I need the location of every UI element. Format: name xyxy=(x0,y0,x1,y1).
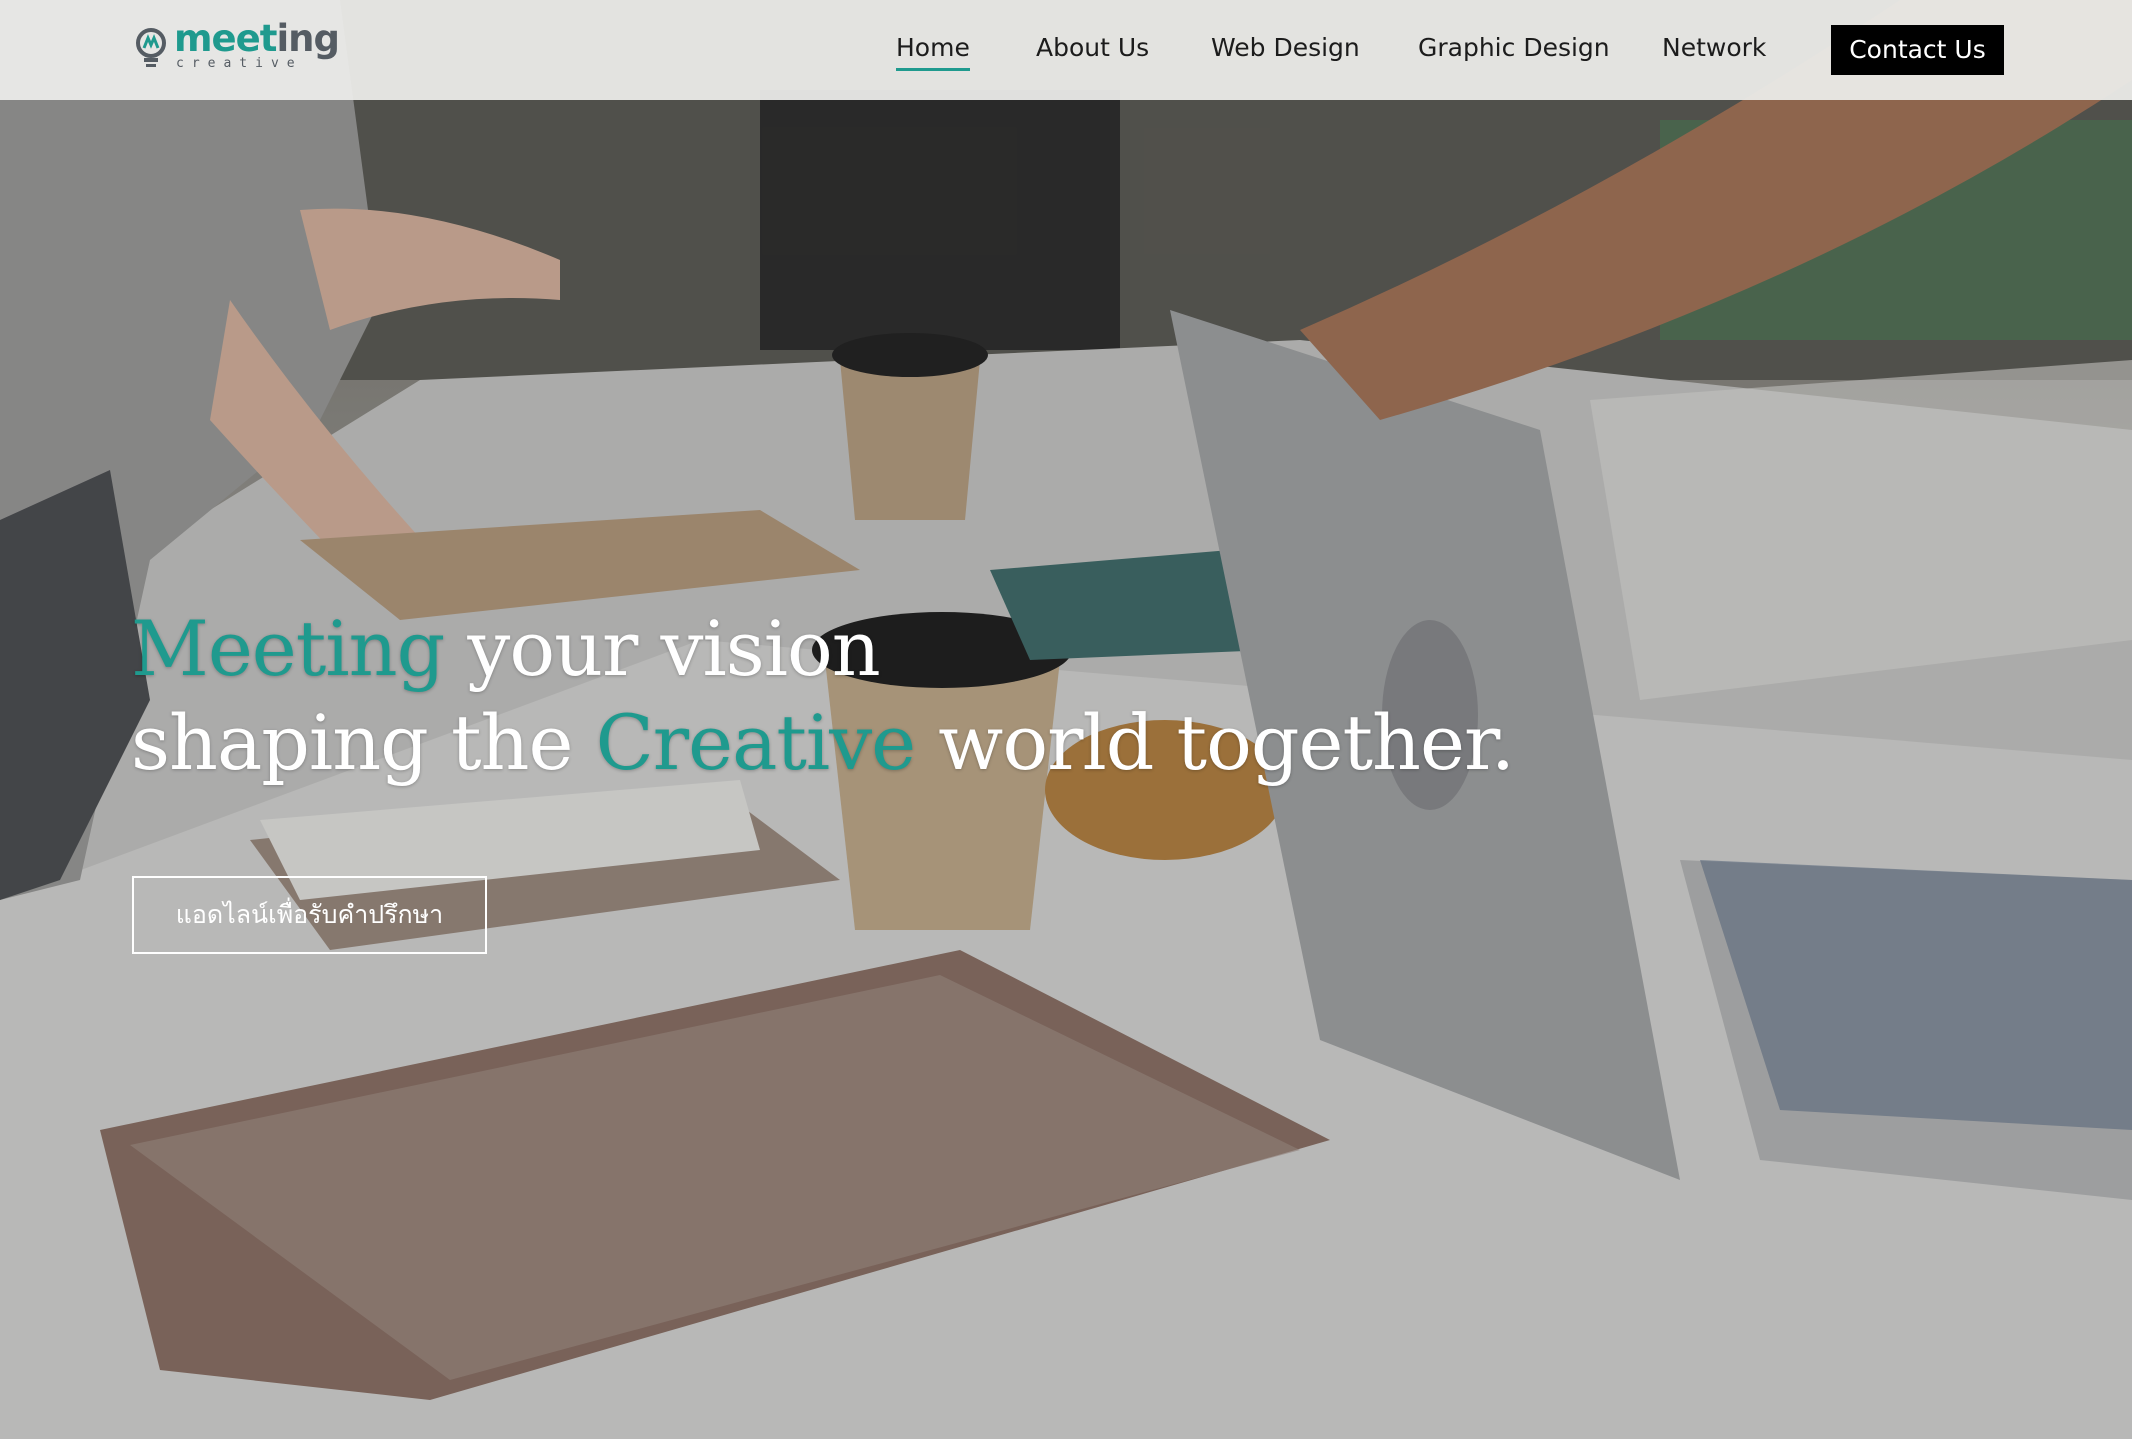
nav-home[interactable]: Home xyxy=(896,32,970,71)
nav-about-us[interactable]: About Us xyxy=(1036,32,1149,64)
headline-accent-creative: Creative xyxy=(595,698,917,787)
nav-web-design[interactable]: Web Design xyxy=(1211,32,1360,64)
nav-network[interactable]: Network xyxy=(1662,32,1766,64)
hero-headline: Meeting your vision shaping the Creative… xyxy=(131,602,1531,790)
headline-line2-start: shaping the xyxy=(131,698,596,787)
line-consult-button[interactable]: แอดไลน์เพื่อรับคำปรึกษา xyxy=(132,876,487,954)
contact-us-button[interactable]: Contact Us xyxy=(1831,25,2004,75)
headline-line1: your vision xyxy=(444,604,880,693)
site-header: meeting creative Home About Us Web Desig… xyxy=(0,0,2132,100)
main-nav: Home About Us Web Design Graphic Design … xyxy=(0,0,2132,100)
headline-accent-meeting: Meeting xyxy=(131,604,445,693)
headline-line2-end: world together. xyxy=(915,698,1515,787)
nav-graphic-design[interactable]: Graphic Design xyxy=(1418,32,1610,64)
